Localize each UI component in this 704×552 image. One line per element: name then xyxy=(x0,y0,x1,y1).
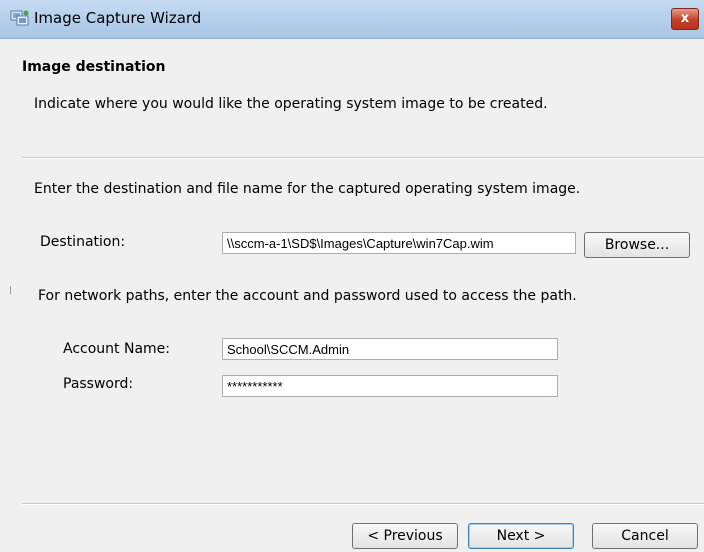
browse-button[interactable]: Browse... xyxy=(584,232,690,258)
destination-instruction: Enter the destination and file name for … xyxy=(34,181,581,197)
destination-label: Destination: xyxy=(40,234,126,250)
cancel-button[interactable]: Cancel xyxy=(592,523,698,549)
header-divider xyxy=(22,157,704,159)
account-name-input[interactable]: School\SCCM.Admin xyxy=(222,338,558,360)
footer-divider xyxy=(22,503,704,505)
window-title: Image Capture Wizard xyxy=(34,9,202,27)
next-button[interactable]: Next > xyxy=(468,523,574,549)
network-note: For network paths, enter the account and… xyxy=(38,288,577,304)
close-icon: x xyxy=(680,11,690,26)
page-title: Image destination xyxy=(22,59,166,75)
wizard-header: Image destination Indicate where you wou… xyxy=(0,39,704,157)
previous-button[interactable]: < Previous xyxy=(352,523,458,549)
close-button[interactable]: x xyxy=(671,8,699,30)
image-capture-app-icon xyxy=(10,10,29,26)
title-bar: Image Capture Wizard x xyxy=(0,0,704,39)
scroll-marker xyxy=(10,286,11,294)
page-description: Indicate where you would like the operat… xyxy=(34,96,548,112)
password-label: Password: xyxy=(63,376,134,392)
destination-input[interactable]: \\sccm-a-1\SD$\Images\Capture\win7Cap.wi… xyxy=(222,232,576,254)
password-input[interactable]: *********** xyxy=(222,375,558,397)
account-name-label: Account Name: xyxy=(63,341,170,357)
